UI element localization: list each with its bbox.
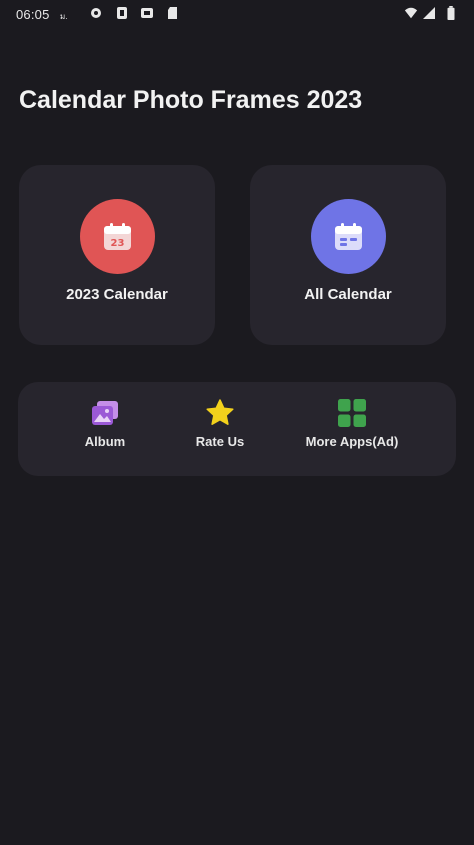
signal-icon: [423, 7, 435, 19]
status-time: 06:05: [16, 7, 50, 22]
calendar-2023-label: 2023 Calendar: [66, 286, 168, 303]
star-icon: [206, 399, 234, 425]
status-time-suffix: ม.: [60, 12, 68, 21]
page-title: Calendar Photo Frames 2023: [19, 86, 363, 114]
rate-us-label: Rate Us: [195, 434, 245, 449]
all-calendar-icon-circle: [311, 199, 386, 274]
more-apps-button[interactable]: More Apps(Ad): [290, 398, 414, 458]
all-calendar-label: All Calendar: [304, 286, 392, 303]
b-app-icon: [117, 7, 127, 19]
album-button[interactable]: Album: [73, 398, 137, 458]
status-bar: 06:05 ม.: [0, 0, 474, 30]
rate-us-button[interactable]: Rate Us: [184, 398, 256, 458]
calendar-2023-card[interactable]: 23 2023 Calendar: [19, 165, 215, 345]
album-icon: [92, 401, 118, 425]
calendar-2023-icon-circle: 23: [80, 199, 155, 274]
calendar-badge: 23: [111, 238, 125, 249]
all-calendar-card[interactable]: All Calendar: [250, 165, 446, 345]
grid-icon: [338, 399, 366, 427]
action-bar: Album Rate Us More Apps(Ad): [18, 382, 456, 476]
settings-icon: [91, 8, 101, 18]
calendar-icon: [335, 223, 362, 250]
battery-icon: [447, 6, 455, 20]
album-label: Album: [84, 434, 126, 449]
wifi-icon: [404, 7, 418, 19]
notification-icon: [141, 8, 153, 18]
more-apps-label: More Apps(Ad): [305, 434, 399, 449]
calendar-icon: 23: [104, 223, 131, 250]
sim-icon: [168, 7, 177, 19]
